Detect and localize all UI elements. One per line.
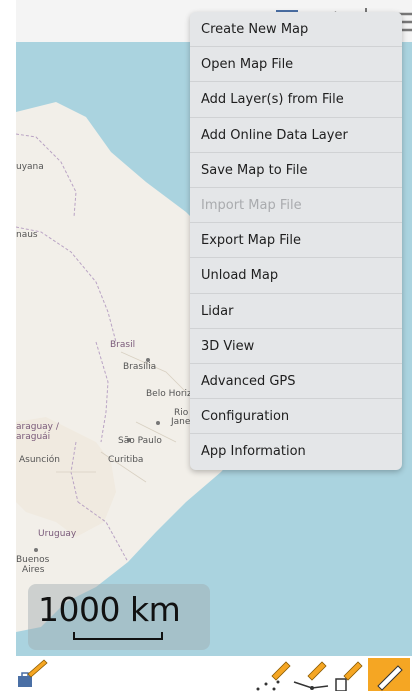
menu-item-add-online-data-layer[interactable]: Add Online Data Layer [190,118,402,153]
menu-item-advanced-gps[interactable]: Advanced GPS [190,364,402,400]
main-menu-dropdown: Create New Map Open Map File Add Layer(s) … [190,12,402,470]
scale-bar-label: 1000 km [38,590,181,629]
menu-item-add-layer-s-from-file[interactable]: Add Layer(s) from File [190,82,402,118]
map-label-manaus: naus [16,230,38,240]
menu-item-save-map-to-file[interactable]: Save Map to File [190,153,402,188]
bottom-toolbar-icons [18,658,410,692]
menu-item-create-new-map[interactable]: Create New Map [190,12,402,48]
draw-points-icon[interactable] [256,661,291,691]
map-label-belo-horizonte: Belo Horiz [146,389,192,399]
map-label-aires: Aires [22,565,45,575]
bottom-toolbar [16,656,412,692]
menu-item-app-information[interactable]: App Information [190,434,402,469]
menu-item-import-map-file: Import Map File [190,188,402,224]
menu-item-configuration[interactable]: Configuration [190,399,402,435]
menu-item-3d-view[interactable]: 3D View [190,329,402,364]
map-label-rio-jane: Jane [171,417,191,427]
left-edge-strip [0,0,16,691]
draw-polygon-icon[interactable] [335,661,363,692]
map-label-brasilia: Brasília [123,362,157,372]
map-label-uruguay: Uruguay [38,529,77,539]
map-label-asuncion: Asunción [19,455,60,465]
map-label-brasil: Brasil [110,340,136,350]
menu-item-open-map-file[interactable]: Open Map File [190,47,402,83]
scale-bar: 1000 km [28,584,210,650]
map-label-paraguay: araguay / [16,422,59,432]
map-label-curitiba: Curitiba [108,455,144,465]
map-label-guyana: uyana [16,162,44,172]
scale-bar-line [73,632,163,640]
draw-line-icon[interactable] [293,661,329,690]
menu-item-unload-map[interactable]: Unload Map [190,258,402,294]
briefcase-pencil-icon[interactable] [18,659,48,687]
map-label-sao-paulo: São Paulo [118,436,162,446]
map-label-paraguai: araguái [16,432,51,442]
edit-pencil-icon[interactable] [368,658,410,691]
menu-item-lidar[interactable]: Lidar [190,294,402,329]
menu-item-export-map-file[interactable]: Export Map File [190,223,402,259]
map-label-buenos: Buenos [16,555,50,565]
